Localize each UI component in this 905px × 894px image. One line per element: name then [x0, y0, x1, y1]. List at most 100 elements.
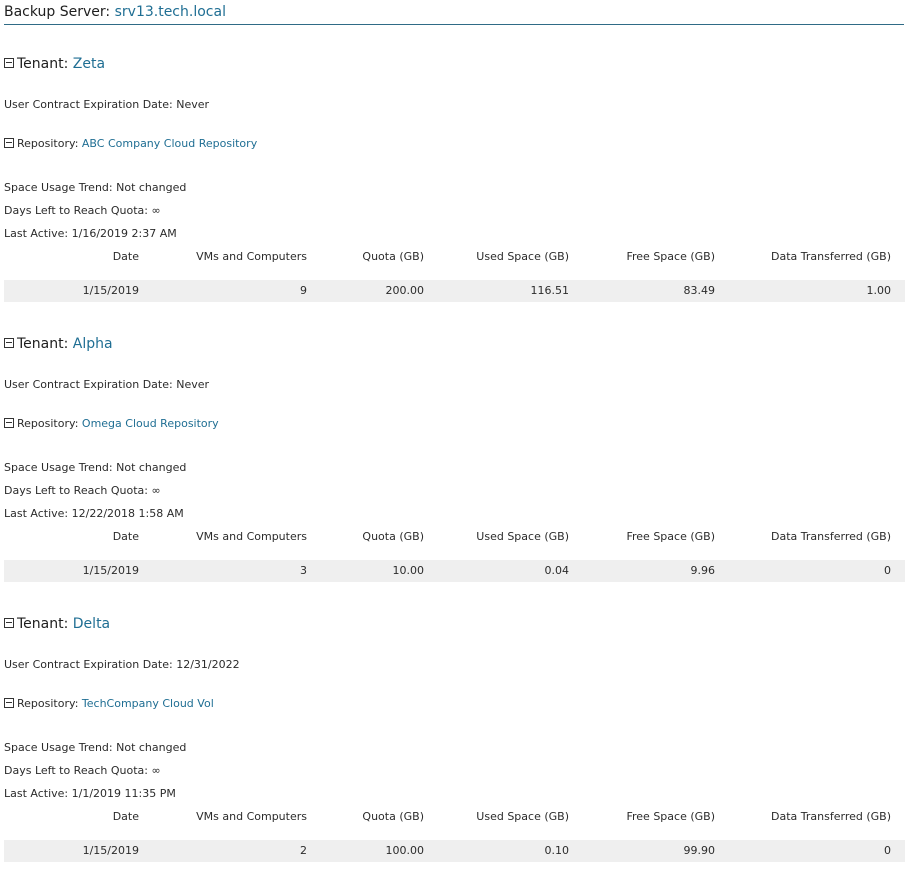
collapse-icon[interactable] — [4, 618, 14, 628]
column-header-vms: VMs and Computers — [196, 810, 307, 823]
repository-heading: Repository: Omega Cloud Repository — [4, 416, 219, 432]
tenant-name[interactable]: Alpha — [73, 336, 113, 352]
column-header-vms: VMs and Computers — [196, 530, 307, 543]
space-usage-trend: Space Usage Trend: Not changed — [4, 180, 186, 196]
tenant-label: Tenant: — [17, 616, 69, 632]
contract-value: Never — [176, 378, 210, 391]
repository-heading: Repository: ABC Company Cloud Repository — [4, 136, 257, 152]
tenant-label: Tenant: — [17, 336, 69, 352]
collapse-icon[interactable] — [4, 138, 14, 148]
contract-value: Never — [176, 98, 210, 111]
days-value: ∞ — [151, 764, 161, 777]
cell-used: 0.10 — [544, 844, 570, 857]
column-header-quota: Quota (GB) — [362, 250, 424, 263]
column-header-free: Free Space (GB) — [626, 810, 715, 823]
repository-name[interactable]: TechCompany Cloud Vol — [82, 697, 214, 710]
table-row: 1/15/2019 2 100.00 0.10 99.90 0 — [4, 840, 905, 862]
cell-quota: 10.00 — [392, 564, 425, 577]
tenant-title: Tenant: Zeta — [4, 54, 105, 74]
header-label: Backup Server: — [4, 4, 115, 20]
column-header-quota: Quota (GB) — [362, 530, 424, 543]
contract-label: User Contract Expiration Date: — [4, 658, 177, 671]
trend-label: Space Usage Trend: — [4, 741, 117, 754]
cell-transferred: 0 — [884, 844, 891, 857]
repository-label: Repository: — [17, 137, 82, 150]
column-header-vms: VMs and Computers — [196, 250, 307, 263]
days-left: Days Left to Reach Quota: ∞ — [4, 203, 161, 219]
collapse-icon[interactable] — [4, 58, 14, 68]
repository-heading: Repository: TechCompany Cloud Vol — [4, 696, 214, 712]
collapse-icon[interactable] — [4, 418, 14, 428]
tenant-name[interactable]: Delta — [73, 616, 110, 632]
days-label: Days Left to Reach Quota: — [4, 204, 152, 217]
contract-value: 12/31/2022 — [176, 658, 240, 671]
column-header-transferred: Data Transferred (GB) — [771, 250, 891, 263]
last-active: Last Active: 1/1/2019 11:35 PM — [4, 786, 176, 802]
table-header: Date VMs and Computers Quota (GB) Used S… — [4, 806, 905, 828]
collapse-icon[interactable] — [4, 338, 14, 348]
column-header-date: Date — [112, 810, 139, 823]
column-header-used: Used Space (GB) — [476, 530, 569, 543]
contract-expiration: User Contract Expiration Date: Never — [4, 97, 209, 113]
column-header-free: Free Space (GB) — [626, 250, 715, 263]
cell-free: 9.96 — [690, 564, 716, 577]
column-header-transferred: Data Transferred (GB) — [771, 810, 891, 823]
tenant-title: Tenant: Delta — [4, 614, 110, 634]
last-active-value: 12/22/2018 1:58 AM — [71, 507, 184, 520]
trend-label: Space Usage Trend: — [4, 181, 117, 194]
last-active-label: Last Active: — [4, 787, 72, 800]
column-header-free: Free Space (GB) — [626, 530, 715, 543]
last-active-value: 1/16/2019 2:37 AM — [71, 227, 177, 240]
days-value: ∞ — [151, 204, 161, 217]
table-row: 1/15/2019 9 200.00 116.51 83.49 1.00 — [4, 280, 905, 302]
cell-used: 116.51 — [530, 284, 570, 297]
backup-server-name[interactable]: srv13.tech.local — [115, 4, 226, 20]
cell-vms: 3 — [300, 564, 307, 577]
contract-expiration: User Contract Expiration Date: 12/31/202… — [4, 657, 240, 673]
cell-transferred: 1.00 — [866, 284, 892, 297]
days-label: Days Left to Reach Quota: — [4, 764, 152, 777]
repository-label: Repository: — [17, 417, 82, 430]
cell-date: 1/15/2019 — [82, 844, 139, 857]
cell-vms: 2 — [300, 844, 307, 857]
table-row: 1/15/2019 3 10.00 0.04 9.96 0 — [4, 560, 905, 582]
cell-free: 83.49 — [683, 284, 716, 297]
column-header-date: Date — [112, 250, 139, 263]
trend-label: Space Usage Trend: — [4, 461, 117, 474]
days-value: ∞ — [151, 484, 161, 497]
last-active-value: 1/1/2019 11:35 PM — [71, 787, 176, 800]
page-header: Backup Server: srv13.tech.local — [4, 3, 904, 25]
cell-free: 99.90 — [683, 844, 716, 857]
repository-name[interactable]: ABC Company Cloud Repository — [82, 137, 257, 150]
space-usage-trend: Space Usage Trend: Not changed — [4, 460, 186, 476]
space-usage-trend: Space Usage Trend: Not changed — [4, 740, 186, 756]
last-active-label: Last Active: — [4, 507, 72, 520]
column-header-used: Used Space (GB) — [476, 810, 569, 823]
column-header-transferred: Data Transferred (GB) — [771, 530, 891, 543]
cell-vms: 9 — [300, 284, 307, 297]
table-header: Date VMs and Computers Quota (GB) Used S… — [4, 246, 905, 268]
tenant-name[interactable]: Zeta — [73, 56, 105, 72]
days-label: Days Left to Reach Quota: — [4, 484, 152, 497]
repository-name[interactable]: Omega Cloud Repository — [82, 417, 219, 430]
table-header: Date VMs and Computers Quota (GB) Used S… — [4, 526, 905, 548]
last-active: Last Active: 12/22/2018 1:58 AM — [4, 506, 184, 522]
column-header-quota: Quota (GB) — [362, 810, 424, 823]
trend-value: Not changed — [116, 741, 187, 754]
repository-label: Repository: — [17, 697, 82, 710]
last-active: Last Active: 1/16/2019 2:37 AM — [4, 226, 177, 242]
tenant-section: Tenant: Delta User Contract Expiration D… — [0, 614, 905, 894]
tenant-title: Tenant: Alpha — [4, 334, 113, 354]
column-header-date: Date — [112, 530, 139, 543]
trend-value: Not changed — [116, 181, 187, 194]
tenant-label: Tenant: — [17, 56, 69, 72]
cell-transferred: 0 — [884, 564, 891, 577]
tenant-section: Tenant: Alpha User Contract Expiration D… — [0, 334, 905, 614]
cell-date: 1/15/2019 — [82, 284, 139, 297]
cell-quota: 200.00 — [385, 284, 425, 297]
contract-label: User Contract Expiration Date: — [4, 98, 177, 111]
cell-date: 1/15/2019 — [82, 564, 139, 577]
cell-quota: 100.00 — [385, 844, 425, 857]
days-left: Days Left to Reach Quota: ∞ — [4, 483, 161, 499]
collapse-icon[interactable] — [4, 698, 14, 708]
